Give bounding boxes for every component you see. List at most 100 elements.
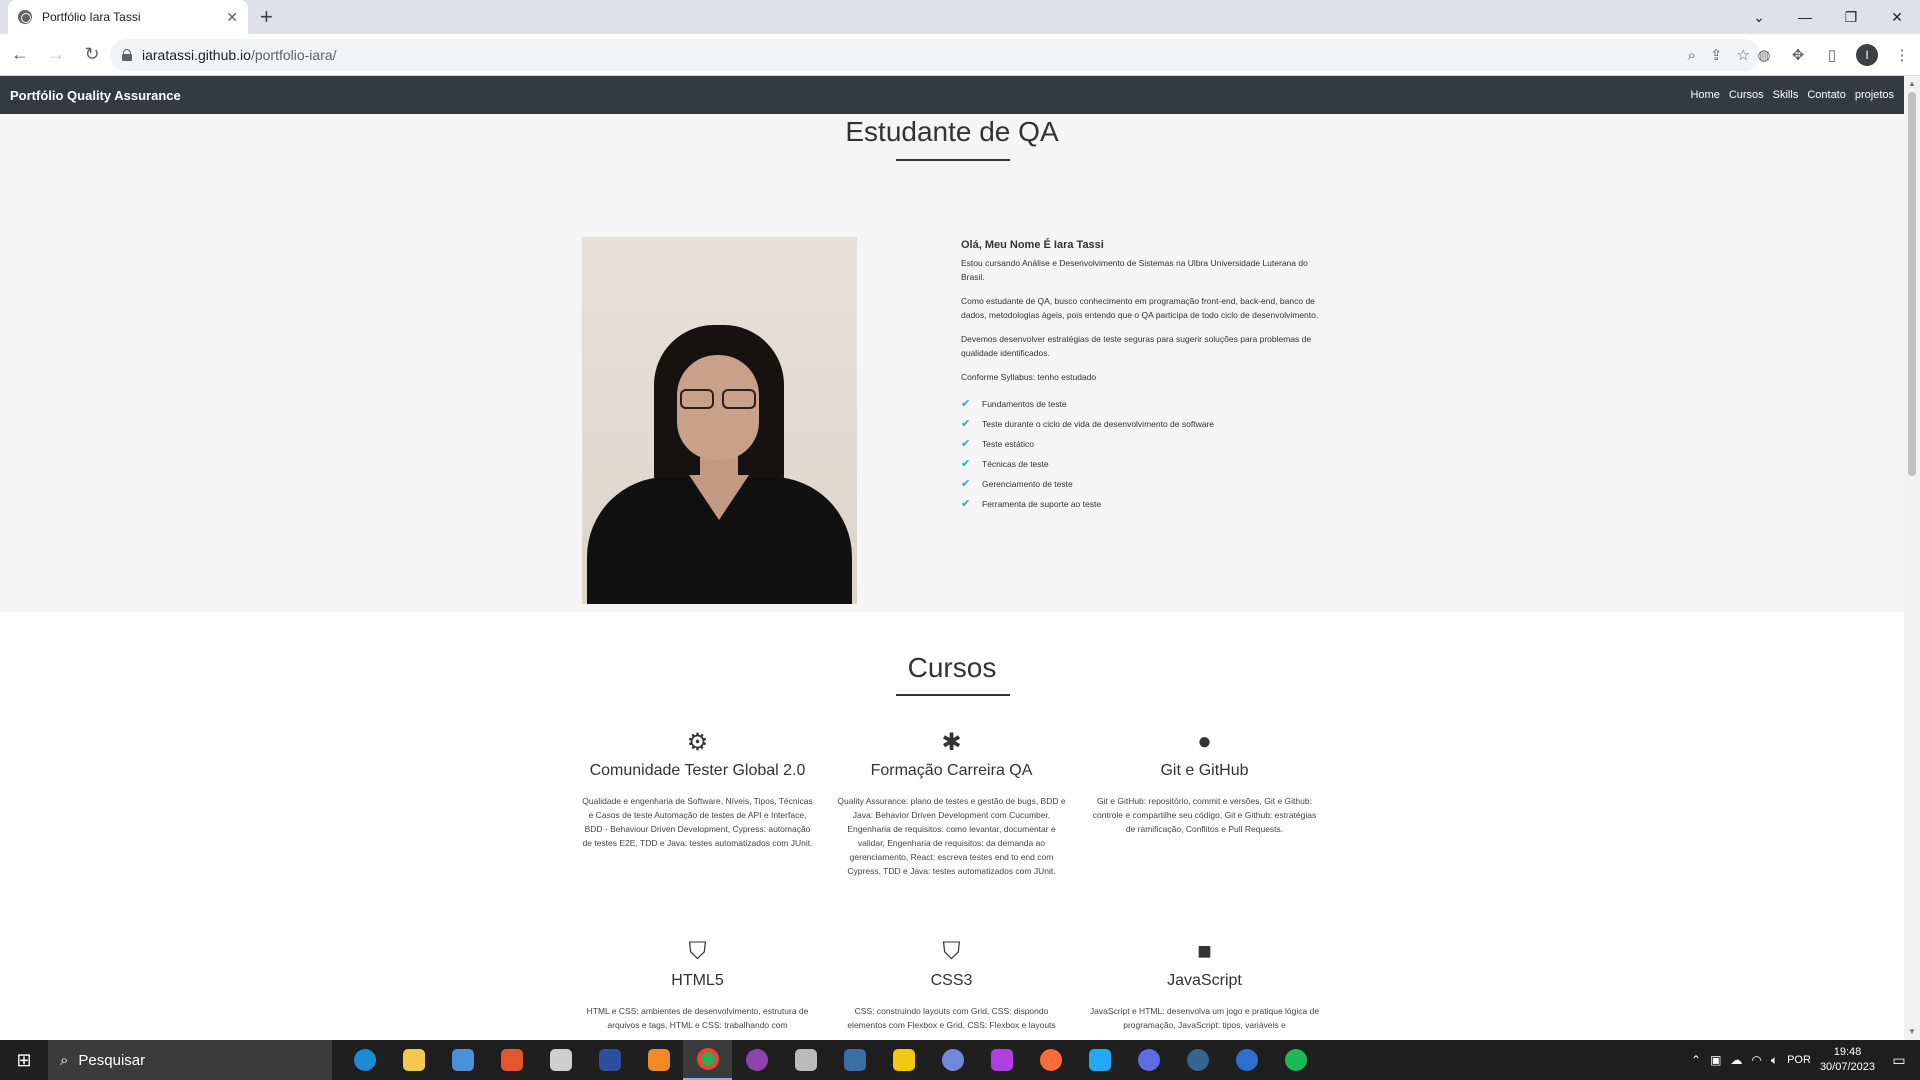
browser-tab[interactable]: Portfólio Iara Tassi ✕ (8, 0, 248, 34)
site-brand[interactable]: Portfólio Quality Assurance (10, 88, 181, 103)
site-nav-links: Home Cursos Skills Contato projetos (1690, 76, 1894, 114)
about-title: Estudante de QA (845, 116, 1059, 147)
language-indicator[interactable]: POR (1787, 1054, 1811, 1066)
css3-icon: ⛉ (942, 938, 961, 965)
nav-link-home[interactable]: Home (1690, 89, 1719, 101)
profile-photo (582, 237, 857, 604)
terminal-icon[interactable] (536, 1040, 585, 1080)
site-navbar: Portfólio Quality Assurance Home Cursos … (0, 76, 1904, 114)
reload-button[interactable]: ↻ (76, 39, 108, 71)
close-tab-icon[interactable]: ✕ (226, 9, 238, 26)
intellij-icon[interactable] (977, 1040, 1026, 1080)
check-icon: ✔ (961, 498, 971, 510)
course-title: Git e GitHub (1160, 762, 1249, 779)
back-button[interactable]: ← (4, 39, 36, 71)
clock[interactable]: 19:48 30/07/2023 (1820, 1045, 1875, 1075)
course-title: Comunidade Tester Global 2.0 (589, 762, 806, 779)
notification-icon[interactable]: ▭ (1884, 1052, 1914, 1069)
sublime-icon[interactable] (634, 1040, 683, 1080)
bio-paragraph: Devemos desenvolver estratégias de teste… (961, 334, 1312, 358)
extensions-puzzle-icon[interactable]: ✥ (1788, 46, 1808, 64)
zoom-icon[interactable]: ⌕ (1688, 47, 1696, 64)
course-description: Qualidade e engenharia de Software, Níve… (582, 796, 813, 848)
edge-icon[interactable] (340, 1040, 389, 1080)
lock-icon[interactable] (122, 49, 132, 61)
side-panel-icon[interactable]: ▯ (1822, 46, 1842, 64)
file-explorer-icon[interactable] (389, 1040, 438, 1080)
courses-section: Cursos ⚙ Comunidade Tester Global 2.0 Qu… (0, 612, 1904, 1040)
forward-button[interactable]: → (40, 39, 72, 71)
taskbar-apps (340, 1040, 1320, 1080)
check-icon: ✔ (961, 478, 971, 490)
course-card: ⚙ Comunidade Tester Global 2.0 Qualidade… (580, 728, 815, 850)
nav-link-skills[interactable]: Skills (1773, 89, 1799, 101)
device-icon[interactable]: ▣ (1710, 1053, 1721, 1067)
nav-link-cursos[interactable]: Cursos (1729, 89, 1764, 101)
app-icon[interactable] (830, 1040, 879, 1080)
list-item: ✔ Técnicas de teste (961, 458, 1049, 470)
browser-toolbar: ← → ↻ iaratassi.github.io /portfolio-iar… (0, 34, 1920, 76)
calculator-icon[interactable] (438, 1040, 487, 1080)
discord-icon[interactable] (928, 1040, 977, 1080)
toolbar-actions: ◍ ✥ ▯ I ⋮ (1754, 34, 1912, 76)
address-bar-actions: ⌕ ⇪ ☆ (1688, 39, 1750, 71)
address-bar[interactable]: iaratassi.github.io /portfolio-iara/ ⌕ ⇪… (110, 39, 1760, 71)
course-card: ■ JavaScript JavaScript e HTML: desenvol… (1087, 938, 1322, 1032)
course-card: ⛉ CSS3 CSS: construindo layouts com Grid… (834, 938, 1069, 1032)
javascript-icon: ■ (1197, 938, 1212, 965)
tab-title: Portfólio Iara Tassi (42, 10, 141, 24)
url-domain: iaratassi.github.io (142, 47, 251, 63)
new-tab-button[interactable]: + (260, 4, 273, 30)
course-card: ✱ Formação Carreira QA Quality Assurance… (834, 728, 1069, 878)
unity-icon[interactable] (781, 1040, 830, 1080)
github-desktop-icon[interactable] (732, 1040, 781, 1080)
spotify-icon[interactable] (1271, 1040, 1320, 1080)
app-icon[interactable] (1222, 1040, 1271, 1080)
bio-paragraph: Conforme Syllabus: tenho estudado (961, 372, 1097, 382)
nav-link-contato[interactable]: Contato (1807, 89, 1846, 101)
app-icon[interactable] (1124, 1040, 1173, 1080)
users-cog-icon: ⚙ (686, 729, 709, 756)
scroll-up-arrow-icon[interactable]: ▲ (1904, 76, 1920, 92)
chevron-up-icon[interactable]: ⌃ (1691, 1053, 1701, 1067)
title-divider (896, 694, 1010, 696)
tab-search-icon[interactable]: ⌄ (1736, 0, 1782, 34)
windows-start-icon[interactable]: ⊞ (0, 1040, 48, 1080)
html5-icon: ⛉ (688, 938, 707, 965)
close-window-button[interactable]: ✕ (1874, 0, 1920, 34)
courses-title: Cursos (907, 652, 997, 683)
wifi-icon[interactable]: ◠ (1751, 1053, 1761, 1067)
browser-tab-strip: Portfólio Iara Tassi ✕ + ⌄ — ❐ ✕ (0, 0, 1920, 34)
window-controls: ⌄ — ❐ ✕ (1736, 0, 1920, 34)
postgresql-icon[interactable] (1173, 1040, 1222, 1080)
course-description: HTML e CSS: ambientes de desenvolvimento… (586, 1006, 809, 1030)
bug-icon: ✱ (941, 729, 962, 756)
course-title: Formação Carreira QA (870, 762, 1033, 779)
bio-text: Olá, Meu Nome É Iara Tassi Estou cursand… (961, 238, 1326, 514)
extension-globe-icon[interactable]: ◍ (1754, 46, 1774, 64)
minimize-button[interactable]: — (1782, 0, 1828, 34)
nav-link-projetos[interactable]: projetos (1855, 89, 1894, 101)
postman-icon[interactable] (1026, 1040, 1075, 1080)
course-description: Quality Assurance: plano de testes e ges… (837, 796, 1066, 876)
chrome-icon[interactable] (683, 1040, 732, 1080)
power-bi-icon[interactable] (879, 1040, 928, 1080)
course-card: ⛉ HTML5 HTML e CSS: ambientes de desenvo… (580, 938, 815, 1032)
profile-avatar[interactable]: I (1856, 44, 1878, 66)
devcpp-icon[interactable] (585, 1040, 634, 1080)
search-icon: ⌕ (60, 1051, 69, 1069)
share-icon[interactable]: ⇪ (1710, 46, 1723, 64)
scrollbar-thumb[interactable] (1908, 92, 1916, 476)
menu-kebab-icon[interactable]: ⋮ (1892, 46, 1912, 64)
vscode-icon[interactable] (1075, 1040, 1124, 1080)
restore-button[interactable]: ❐ (1828, 0, 1874, 34)
taskbar-search[interactable]: ⌕ Pesquisar (48, 1040, 332, 1080)
cloud-icon[interactable]: ☁ (1730, 1053, 1742, 1067)
app-icon[interactable] (487, 1040, 536, 1080)
page-scrollbar[interactable]: ▲ ▼ (1904, 76, 1920, 1040)
bookmark-star-icon[interactable]: ☆ (1737, 46, 1750, 64)
url-path: /portfolio-iara/ (250, 47, 337, 63)
check-icon: ✔ (961, 438, 971, 450)
scroll-down-arrow-icon[interactable]: ▼ (1904, 1024, 1920, 1040)
volume-icon[interactable]: 🔈︎ (1771, 1053, 1778, 1068)
